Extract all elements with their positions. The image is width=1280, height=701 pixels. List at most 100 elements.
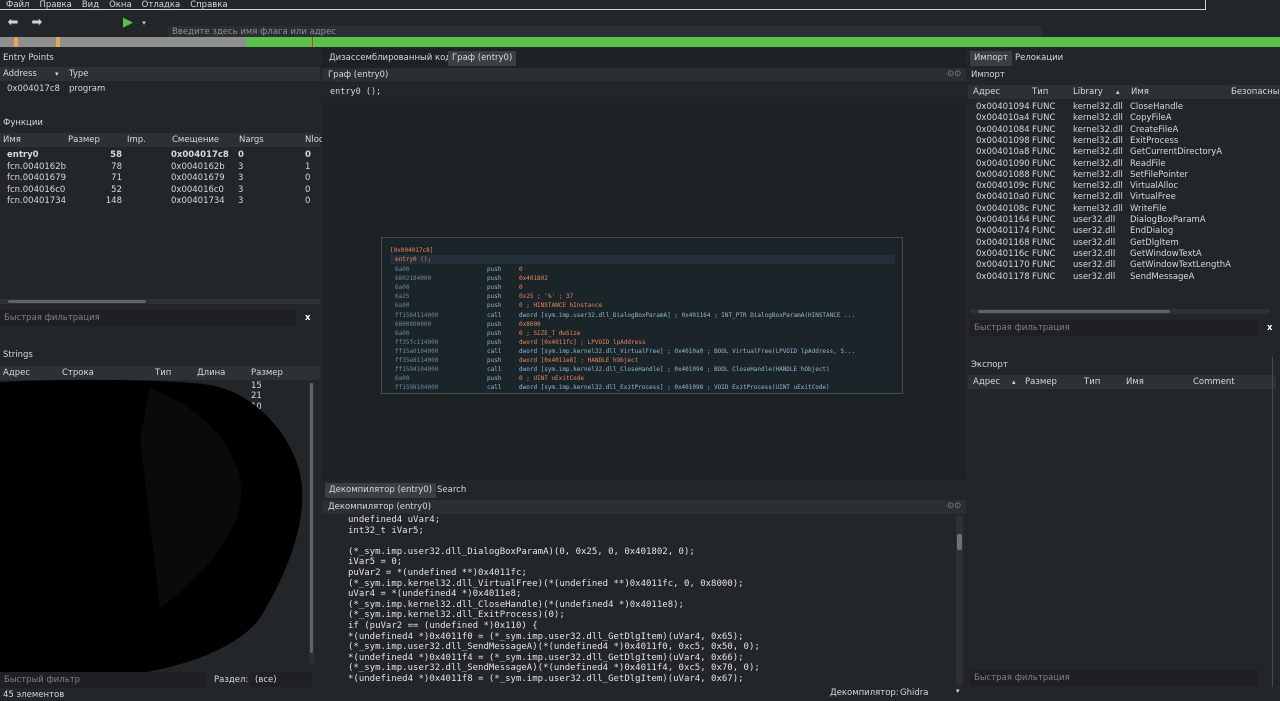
code-line: *(undefined4 *)0x4011f0 = (*_sym.imp.use… bbox=[348, 631, 744, 642]
tab-decompiler[interactable]: Декомпилятор (entry0) bbox=[325, 483, 437, 498]
imports-title: Импорт bbox=[971, 70, 1005, 80]
chevron-down-icon[interactable]: ▾ bbox=[136, 15, 152, 31]
col-address[interactable]: Адрес bbox=[973, 85, 1000, 99]
import-row[interactable]: 0x0040116c FUNC user32.dll GetWindowTextA bbox=[968, 249, 1280, 260]
functions-filter-input[interactable]: Быстрая фильтрация bbox=[0, 310, 296, 326]
asm-mnemonic: push bbox=[487, 375, 502, 383]
col-safe[interactable]: Безопасный bbox=[1231, 85, 1280, 99]
col-address[interactable]: Адрес bbox=[973, 375, 1000, 389]
menu-file[interactable]: Файл bbox=[6, 0, 29, 10]
col-comment[interactable]: Comment bbox=[1193, 375, 1235, 389]
pane-divider bbox=[1272, 357, 1273, 687]
asm-mnemonic: push bbox=[487, 284, 502, 292]
col-size[interactable]: Размер bbox=[1025, 375, 1057, 389]
entry-points-header: Address ▾ Type bbox=[0, 67, 320, 81]
tab-disassembly[interactable]: Дизассемблированный код bbox=[325, 51, 455, 66]
function-row[interactable]: fcn.00401734 148 0x00401734 3 0 bbox=[0, 196, 320, 207]
section-select[interactable]: (все) bbox=[250, 672, 312, 687]
import-name: ReadFile bbox=[1130, 158, 1166, 169]
nav-marker bbox=[14, 37, 18, 47]
menu-windows[interactable]: Окна bbox=[109, 0, 132, 10]
horizontal-scrollbar[interactable] bbox=[970, 309, 1270, 314]
col-type[interactable]: Type bbox=[69, 67, 89, 81]
play-icon[interactable]: ▶ bbox=[120, 15, 136, 31]
import-library: kernel32.dll bbox=[1073, 192, 1123, 203]
asm-operand: dword [sym.imp.kernel32.dll_ExitProcess]… bbox=[519, 384, 830, 392]
asm-operand: dword [0x4011e8] ; HANDLE hObject bbox=[519, 357, 639, 364]
import-row[interactable]: 0x00401088 FUNC kernel32.dll SetFilePointer bbox=[968, 170, 1280, 181]
asm-bytes: ff35fc114000 bbox=[395, 338, 439, 346]
import-row[interactable]: 0x004010a0 FUNC kernel32.dll VirtualFree bbox=[968, 192, 1280, 203]
close-icon[interactable]: x bbox=[1267, 323, 1272, 333]
menu-view[interactable]: Вид bbox=[82, 0, 99, 10]
function-row[interactable]: fcn.00401679 71 0x00401679 3 0 bbox=[0, 173, 320, 184]
menu-help[interactable]: Справка bbox=[190, 0, 227, 10]
nav-cursor bbox=[312, 37, 313, 47]
decompiler-select[interactable]: Ghidra bbox=[900, 688, 928, 698]
import-library: user32.dll bbox=[1073, 226, 1116, 237]
function-row[interactable]: entry0 58 0x004017c8 0 0 bbox=[0, 150, 320, 161]
col-name[interactable]: Имя bbox=[3, 133, 21, 147]
tab-graph[interactable]: Граф (entry0) bbox=[448, 51, 517, 66]
tab-relocations[interactable]: Релокации bbox=[1011, 51, 1067, 66]
tab-search[interactable]: Search bbox=[433, 483, 470, 498]
import-row[interactable]: 0x004010a4 FUNC kernel32.dll CopyFileA bbox=[968, 113, 1280, 124]
col-offset[interactable]: Смещение bbox=[172, 133, 219, 147]
asm-mnemonic: push bbox=[487, 329, 502, 337]
function-row[interactable]: fcn.0040162b 78 0x0040162b 3 1 bbox=[0, 162, 320, 173]
col-name[interactable]: Имя bbox=[1131, 85, 1149, 99]
col-imp[interactable]: Imp. bbox=[127, 133, 146, 147]
import-row[interactable]: 0x00401170 FUNC user32.dll GetWindowTextLen… bbox=[968, 260, 1280, 271]
import-row[interactable]: 0x00401178 FUNC user32.dll SendMessageA bbox=[968, 272, 1280, 283]
tab-imports[interactable]: Импорт bbox=[970, 51, 1012, 66]
import-row[interactable]: 0x00401168 FUNC user32.dll GetDlgItem bbox=[968, 238, 1280, 249]
asm-operand: dword [0x4011fc] ; LPVOID lpAddress bbox=[519, 338, 646, 346]
asm-bytes: 6a00 bbox=[395, 266, 410, 273]
imports-filter-input[interactable]: Быстрая фильтрация bbox=[970, 320, 1258, 336]
col-address[interactable]: Address bbox=[3, 67, 37, 81]
import-row[interactable]: 0x00401084 FUNC kernel32.dll CreateFileA bbox=[968, 125, 1280, 136]
col-library[interactable]: Library bbox=[1073, 85, 1103, 99]
import-row[interactable]: 0x0040108c FUNC kernel32.dll WriteFile bbox=[968, 204, 1280, 215]
import-type: FUNC bbox=[1032, 124, 1056, 135]
asm-bytes: 6a00 bbox=[395, 284, 410, 292]
import-row[interactable]: 0x00401094 FUNC kernel32.dll CloseHandle bbox=[968, 102, 1280, 113]
asm-operand: 0 ; SIZE_T dwSize bbox=[519, 329, 581, 337]
col-type[interactable]: Тип bbox=[1032, 85, 1048, 99]
import-row[interactable]: 0x004010a8 FUNC kernel32.dll GetCurrentDire… bbox=[968, 147, 1280, 158]
graph-block[interactable]: [0x004017c8] entry0 (); 6a00 push 0 6802184… bbox=[381, 237, 903, 394]
arrow-right-icon[interactable]: ➡ bbox=[29, 15, 45, 31]
import-address: 0x00401084 bbox=[976, 124, 1030, 135]
import-row[interactable]: 0x00401174 FUNC user32.dll EndDialog bbox=[968, 226, 1280, 237]
entry-row[interactable]: 0x004017c8 program bbox=[0, 84, 320, 98]
import-row[interactable]: 0x00401098 FUNC kernel32.dll ExitProcess bbox=[968, 136, 1280, 147]
col-nloc[interactable]: Nloc bbox=[305, 133, 324, 147]
menu-debug[interactable]: Отладка bbox=[142, 0, 181, 10]
import-row[interactable]: 0x00401090 FUNC kernel32.dll ReadFile bbox=[968, 159, 1280, 170]
vertical-scrollbar[interactable] bbox=[956, 516, 963, 684]
strings-filter-input[interactable]: Быстрый фильтр bbox=[0, 672, 205, 688]
col-nargs[interactable]: Nargs bbox=[239, 133, 264, 147]
asm-bytes: 6a00 bbox=[395, 302, 410, 310]
col-name[interactable]: Имя bbox=[1126, 375, 1144, 389]
exports-filter-input[interactable]: Быстрая фильтрация bbox=[970, 670, 1258, 686]
window-controls-icon[interactable]: ⊙⊙ bbox=[947, 69, 961, 79]
close-icon[interactable]: x bbox=[305, 313, 310, 323]
code-line: *(undefined4 *)0x4011f4 = (*_sym.imp.use… bbox=[348, 652, 744, 663]
import-address: 0x004010a0 bbox=[976, 192, 1030, 203]
col-size[interactable]: Размер bbox=[68, 133, 100, 147]
window-controls-icon[interactable]: ⊙⊙ bbox=[947, 501, 961, 511]
import-library: kernel32.dll bbox=[1073, 203, 1123, 214]
nav-marker bbox=[56, 37, 60, 47]
functions-header: Имя Размер Imp. Смещение Nargs Nloc bbox=[0, 133, 324, 147]
col-type[interactable]: Тип bbox=[1084, 375, 1100, 389]
function-row[interactable]: fcn.004016c0 52 0x004016c0 3 0 bbox=[0, 185, 320, 196]
graph-title: Граф (entry0) bbox=[328, 70, 389, 80]
horizontal-scrollbar[interactable] bbox=[0, 299, 320, 304]
import-row[interactable]: 0x0040109c FUNC kernel32.dll VirtualAlloc bbox=[968, 181, 1280, 192]
navigation-bar[interactable] bbox=[0, 37, 1280, 47]
chevron-down-icon[interactable]: ▾ bbox=[956, 687, 960, 695]
import-row[interactable]: 0x00401164 FUNC user32.dll DialogBoxParamA bbox=[968, 215, 1280, 226]
menu-edit[interactable]: Правка bbox=[39, 0, 71, 10]
arrow-left-icon[interactable]: ⬅ bbox=[5, 15, 21, 31]
